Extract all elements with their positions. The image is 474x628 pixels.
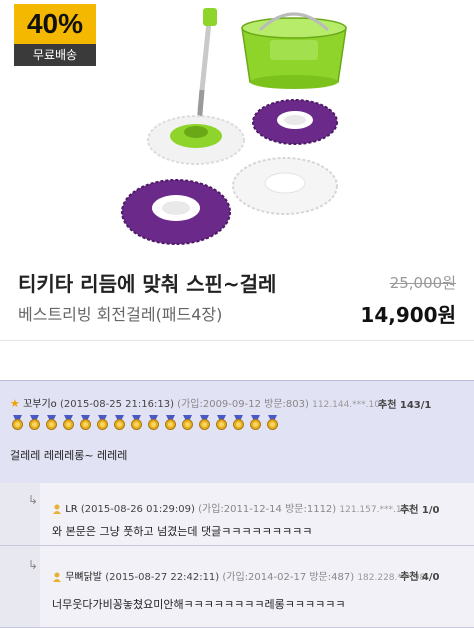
comment-meta: 무뼈닭발 (2015-08-27 22:42:11) (가입:2014-02-1… — [52, 568, 425, 583]
comment-reply: ↳ LR (2015-08-26 01:29:09) (가입:2011-12-1… — [0, 483, 474, 546]
recommend-count[interactable]: 추천 143/1 — [378, 396, 431, 411]
mop-head-icon — [147, 115, 245, 165]
medal-icon — [233, 415, 244, 430]
star-icon: ★ — [10, 397, 20, 410]
comment-item: ★ 꼬부기o (2015-08-25 21:16:13) (가입:2009-09… — [0, 380, 474, 484]
medal-icon — [63, 415, 74, 430]
free-shipping-label: 무료배송 — [14, 44, 96, 66]
discount-percent: 40% — [14, 4, 96, 44]
medal-icon — [29, 415, 40, 430]
comment-join-info: (가입:2009-09-12 방문:803) — [177, 399, 309, 410]
comment-text: 와 본문은 그냥 풋하고 넘겼는데 댓글ㅋㅋㅋㅋㅋㅋㅋㅋㅋ — [52, 525, 313, 538]
comment-date: (2015-08-26 01:29:09) — [80, 504, 195, 515]
product-card[interactable]: 40% 무료배송 티키타 리듬에 맞춰 스핀~걸레 베스트리빙 회전걸레(패드4… — [0, 0, 474, 341]
reply-arrow-icon: ↳ — [28, 558, 39, 572]
medal-icon — [97, 415, 108, 430]
medal-icon — [267, 415, 278, 430]
product-image — [121, 8, 347, 245]
medal-icon — [12, 415, 23, 430]
medal-icon — [250, 415, 261, 430]
comment-author[interactable]: 꼬부기o — [23, 399, 57, 410]
recommend-count[interactable]: 추천 4/0 — [400, 568, 439, 583]
medal-row — [10, 415, 280, 430]
spin-bucket-icon — [241, 12, 347, 89]
comment-join-info: (가입:2014-02-17 방문:487) — [222, 572, 355, 583]
medal-icon — [199, 415, 210, 430]
comment-text: 걸레레 레레레롱~ 레레레 — [10, 449, 128, 462]
purple-pad-icon — [252, 99, 338, 145]
medal-icon — [165, 415, 176, 430]
purple-pad-icon — [121, 179, 231, 245]
recommend-count[interactable]: 추천 1/0 — [400, 501, 439, 516]
comment-meta: LR (2015-08-26 01:29:09) (가입:2011-12-14 … — [52, 500, 413, 515]
medal-icon — [46, 415, 57, 430]
medal-icon — [131, 415, 142, 430]
comment-reply: ↳ 무뼈닭발 (2015-08-27 22:42:11) (가입:2014-02… — [0, 546, 474, 628]
comment-ip: 112.144.***.104 — [312, 400, 386, 410]
product-subtitle: 베스트리빙 회전걸레(패드4장) — [18, 305, 223, 324]
medal-icon — [216, 415, 227, 430]
comment-text: 너무웃다가비꽁놓쳤요미안해ㅋㅋㅋㅋㅋㅋㅋㅋ레롱ㅋㅋㅋㅋㅋㅋ — [52, 598, 346, 611]
comment-join-info: (가입:2011-12-14 방문:1112) — [198, 504, 337, 515]
reply-arrow-icon: ↳ — [28, 493, 39, 507]
medal-icon — [182, 415, 193, 430]
original-price: 25,000원 — [389, 274, 456, 292]
discount-badge: 40% 무료배송 — [14, 4, 96, 66]
comment-meta: ★ 꼬부기o (2015-08-25 21:16:13) (가입:2009-09… — [10, 395, 386, 410]
medal-icon — [114, 415, 125, 430]
comment-date: (2015-08-27 22:42:11) — [105, 572, 220, 583]
white-pad-icon — [232, 157, 338, 215]
product-title[interactable]: 티키타 리듬에 맞춰 스핀~걸레 — [18, 268, 276, 297]
comment-list: ★ 꼬부기o (2015-08-25 21:16:13) (가입:2009-09… — [0, 380, 474, 628]
comment-date: (2015-08-25 21:16:13) — [59, 399, 174, 410]
sale-price: 14,900원 — [360, 303, 456, 327]
person-icon — [53, 504, 61, 514]
medal-icon — [80, 415, 91, 430]
medal-icon — [148, 415, 159, 430]
person-icon — [53, 572, 61, 582]
comment-author[interactable]: 무뼈닭발 — [65, 572, 102, 583]
comment-author[interactable]: LR — [65, 504, 78, 515]
mop-handle-icon — [196, 8, 217, 126]
